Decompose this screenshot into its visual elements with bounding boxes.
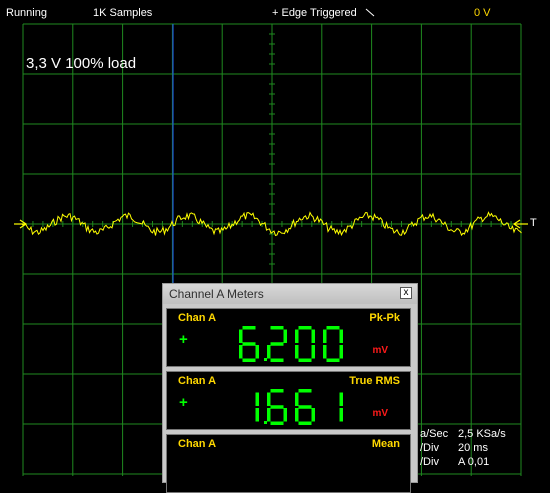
meter-channel-label: Chan A: [178, 438, 217, 450]
segment-0-a: [326, 326, 340, 330]
decimal-point: [264, 358, 267, 361]
segment-2-b: [283, 329, 287, 343]
meter-unit: mV: [372, 345, 388, 356]
left-trigger-arrow-icon[interactable]: [14, 219, 28, 229]
meter-type-label: Pk-Pk: [369, 312, 400, 324]
segment-1-b: [339, 392, 343, 406]
segment-1-c: [339, 408, 343, 422]
segment-0-f: [323, 329, 327, 343]
decimal-point: [264, 421, 267, 424]
segment-6-e: [267, 408, 271, 422]
trigger-marker-label: T: [530, 217, 537, 229]
segment-6-g: [270, 405, 284, 409]
segment-6-a: [270, 389, 284, 393]
trace-caption: 3,3 V 100% load: [26, 55, 137, 72]
trigger-level: 0 V: [474, 7, 491, 19]
meter-value-display: [239, 450, 379, 490]
meter-channel-label: Chan A: [178, 375, 217, 387]
segment-0-e: [323, 345, 327, 359]
segment-0-f: [295, 329, 299, 343]
meter-type-label: True RMS: [349, 375, 400, 387]
sample-count: 1K Samples: [93, 7, 153, 19]
meters-title-bar[interactable]: Channel A Meters x: [163, 284, 417, 304]
meter-mean: Chan A Mean: [166, 434, 411, 493]
close-icon: x: [403, 287, 409, 298]
segment-6-f: [267, 392, 271, 406]
trigger-mode: + Edge Triggered: [272, 7, 357, 19]
segment-2-a: [270, 326, 284, 330]
meter-unit: mV: [372, 408, 388, 419]
segment-6-d: [270, 421, 284, 425]
sample-rate-readout: a/Sec 2,5 KSa/s: [420, 428, 506, 440]
meter-type-label: Mean: [371, 438, 400, 450]
segment-6-a: [242, 326, 256, 330]
time-div-readout: /Div 20 ms: [420, 442, 488, 454]
volt-div-readout: /Div A 0,01: [420, 456, 490, 468]
meter-value-display: [239, 326, 343, 362]
segment-0-b: [311, 329, 315, 343]
segment-2-d: [270, 358, 284, 362]
segment-0-d: [326, 358, 340, 362]
meter-true-rms: Chan A True RMS + mV: [166, 371, 411, 430]
segment-2-g: [270, 342, 284, 346]
meter-pk-pk: Chan A Pk-Pk + mV: [166, 308, 411, 367]
segment-0-c: [311, 345, 315, 359]
segment-1-b: [255, 392, 259, 406]
segment-6-e: [295, 408, 299, 422]
meters-window-title: Channel A Meters: [169, 287, 264, 301]
segment-6-g: [242, 342, 256, 346]
segment-0-d: [298, 358, 312, 362]
segment-6-c: [311, 408, 315, 422]
segment-6-c: [283, 408, 287, 422]
segment-6-d: [298, 421, 312, 425]
segment-0-c: [339, 345, 343, 359]
segment-6-e: [239, 345, 243, 359]
segment-1-c: [255, 408, 259, 422]
meter-sign: +: [179, 394, 188, 411]
close-button[interactable]: x: [400, 287, 412, 299]
segment-6-c: [255, 345, 259, 359]
segment-2-e: [267, 345, 271, 359]
segment-6-f: [239, 329, 243, 343]
segment-6-g: [298, 405, 312, 409]
run-status: Running: [6, 7, 47, 19]
segment-0-a: [298, 326, 312, 330]
segment-6-f: [295, 392, 299, 406]
segment-6-a: [298, 389, 312, 393]
edge-trigger-icon: [365, 8, 375, 17]
segment-6-d: [242, 358, 256, 362]
channel-a-meters-window[interactable]: Channel A Meters x Chan A Pk-Pk + mV Cha…: [162, 283, 418, 493]
segment-0-b: [339, 329, 343, 343]
meter-sign: +: [179, 331, 188, 348]
meter-value-display: [255, 389, 343, 425]
segment-0-e: [295, 345, 299, 359]
meter-channel-label: Chan A: [178, 312, 217, 324]
